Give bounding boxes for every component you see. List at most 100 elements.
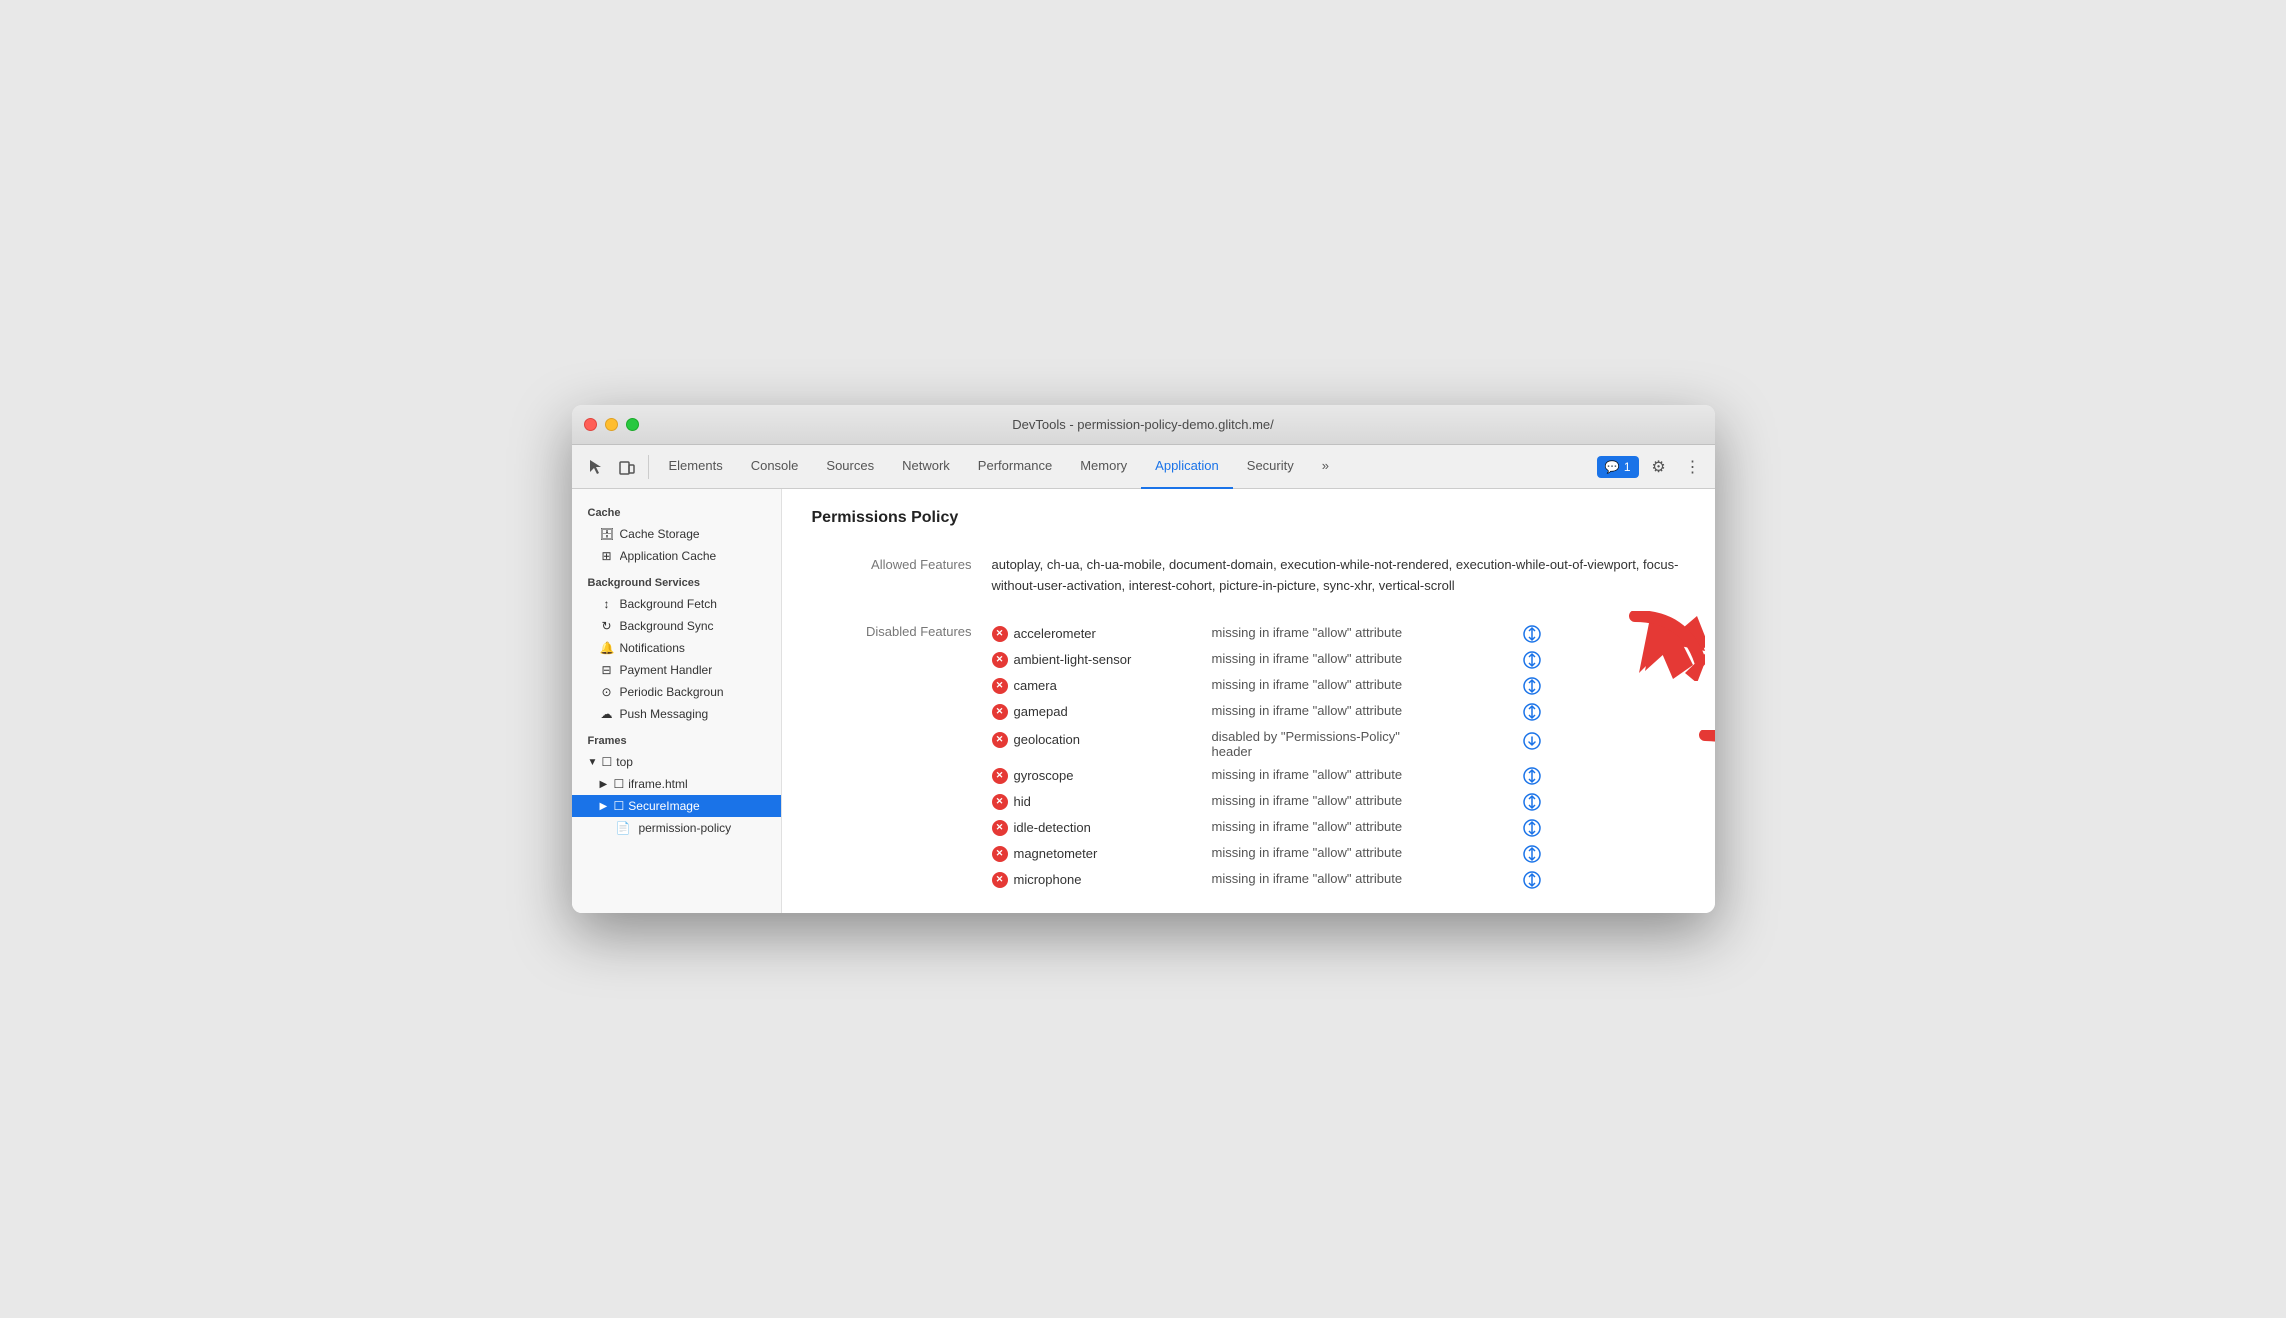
tab-console[interactable]: Console (737, 445, 813, 489)
toolbar-separator-1 (648, 455, 649, 479)
feature-row-microphone: microphone missing in iframe "allow" att… (992, 867, 1685, 893)
allowed-features-row: Allowed Features autoplay, ch-ua, ch-ua-… (812, 547, 1685, 605)
error-icon-idle (992, 820, 1008, 836)
frame-iframe-html[interactable]: ▶ ☐ iframe.html (572, 773, 781, 795)
chevron-right-icon: ▶ (600, 779, 610, 790)
devtools-toolbar: Elements Console Sources Network Perform… (572, 445, 1715, 489)
feature-name-camera: camera (992, 677, 1212, 694)
sidebar-item-background-sync[interactable]: ↻ Background Sync (572, 615, 781, 637)
panel-title: Permissions Policy (812, 509, 1685, 527)
frame-permission-policy[interactable]: 📄 permission-policy (572, 817, 781, 839)
minimize-button[interactable] (605, 418, 618, 431)
feature-row-geolocation: geolocation disabled by "Permissions-Pol… (992, 725, 1685, 763)
feature-row-camera: camera missing in iframe "allow" attribu… (992, 673, 1685, 699)
feature-row-gamepad: gamepad missing in iframe "allow" attrib… (992, 699, 1685, 725)
sidebar-item-notifications[interactable]: 🔔 Notifications (572, 637, 781, 659)
sidebar-item-push-messaging[interactable]: ☁ Push Messaging (572, 703, 781, 725)
code-link-hid[interactable] (1512, 793, 1552, 811)
tab-network[interactable]: Network (888, 445, 964, 489)
bell-icon: 🔔 (600, 641, 614, 655)
traffic-lights (584, 418, 639, 431)
grid-icon: ⊞ (600, 549, 614, 563)
code-link-magnetometer[interactable] (1512, 845, 1552, 863)
tab-elements[interactable]: Elements (655, 445, 737, 489)
sidebar-item-payment-handler[interactable]: ⊟ Payment Handler (572, 659, 781, 681)
error-icon-gamepad (992, 704, 1008, 720)
close-button[interactable] (584, 418, 597, 431)
tab-more[interactable]: » (1308, 445, 1343, 489)
red-arrow-2 (1695, 730, 1715, 805)
allowed-value: autoplay, ch-ua, ch-ua-mobile, document-… (992, 555, 1685, 597)
feature-row-accelerometer: accelerometer missing in iframe "allow" … (992, 621, 1685, 647)
background-sync-label: Background Sync (620, 619, 714, 633)
error-icon-geolocation (992, 732, 1008, 748)
feature-name-gamepad: gamepad (992, 703, 1212, 720)
feature-name-gyroscope: gyroscope (992, 767, 1212, 784)
error-icon-magnetometer (992, 846, 1008, 862)
sidebar-item-application-cache[interactable]: ⊞ Application Cache (572, 545, 781, 567)
error-icon-ambient (992, 652, 1008, 668)
disabled-features-section: Disabled Features (812, 621, 1685, 893)
code-link-gamepad[interactable] (1512, 703, 1552, 721)
feature-name-microphone: microphone (992, 871, 1212, 888)
browser-window: DevTools - permission-policy-demo.glitch… (572, 405, 1715, 913)
code-link-gyroscope[interactable] (1512, 767, 1552, 785)
settings-gear-button[interactable]: ⚙ (1645, 453, 1673, 481)
sidebar: Cache 🗄 Cache Storage ⊞ Application Cach… (572, 489, 782, 913)
periodic-background-label: Periodic Backgroun (620, 685, 724, 699)
feature-name-accelerometer: accelerometer (992, 625, 1212, 642)
feature-name-geolocation: geolocation (992, 729, 1212, 748)
messages-badge-button[interactable]: 💬 1 (1597, 456, 1639, 478)
error-icon-gyroscope (992, 768, 1008, 784)
chevron-down-icon-2: ▶ (600, 801, 610, 812)
frame-icon-iframe: ☐ (614, 777, 625, 791)
feature-name-hid: hid (992, 793, 1212, 810)
frame-icon-top: ☐ (602, 755, 613, 769)
sidebar-item-background-fetch[interactable]: ↕ Background Fetch (572, 593, 781, 615)
code-link-accelerometer[interactable] (1512, 625, 1552, 643)
payment-icon: ⊟ (600, 663, 614, 677)
tab-memory[interactable]: Memory (1066, 445, 1141, 489)
notifications-label: Notifications (620, 641, 685, 655)
application-cache-label: Application Cache (620, 549, 717, 563)
allowed-label: Allowed Features (812, 555, 972, 572)
disabled-features-list: accelerometer missing in iframe "allow" … (992, 621, 1685, 893)
frame-iframe-label: iframe.html (628, 777, 687, 791)
cache-section-label: Cache (572, 497, 781, 523)
chevron-down-icon: ▼ (588, 757, 598, 768)
sidebar-item-cache-storage[interactable]: 🗄 Cache Storage (572, 523, 781, 545)
device-toggle-button[interactable] (612, 452, 642, 482)
tab-performance[interactable]: Performance (964, 445, 1066, 489)
push-messaging-label: Push Messaging (620, 707, 709, 721)
code-link-camera[interactable] (1512, 677, 1552, 695)
feature-name-ambient: ambient-light-sensor (992, 651, 1212, 668)
code-link-ambient[interactable] (1512, 651, 1552, 669)
frame-secure-image[interactable]: ▶ ☐ SecureImage (572, 795, 781, 817)
background-fetch-label: Background Fetch (620, 597, 717, 611)
error-icon-camera (992, 678, 1008, 694)
fetch-icon: ↕ (600, 597, 614, 611)
maximize-button[interactable] (626, 418, 639, 431)
background-services-section-label: Background Services (572, 567, 781, 593)
feature-row-magnetometer: magnetometer missing in iframe "allow" a… (992, 841, 1685, 867)
toolbar-right: 💬 1 ⚙ ⋮ (1597, 453, 1707, 481)
tab-sources[interactable]: Sources (812, 445, 888, 489)
code-link-idle[interactable] (1512, 819, 1552, 837)
titlebar: DevTools - permission-policy-demo.glitch… (572, 405, 1715, 445)
frame-icon-secure: ☐ (614, 799, 625, 813)
feature-row-hid: hid missing in iframe "allow" attribute (992, 789, 1685, 815)
tab-security[interactable]: Security (1233, 445, 1308, 489)
code-link-microphone[interactable] (1512, 871, 1552, 889)
code-link-geolocation[interactable] (1512, 729, 1552, 751)
more-options-button[interactable]: ⋮ (1679, 453, 1707, 481)
sync-icon: ↻ (600, 619, 614, 633)
feature-name-magnetometer: magnetometer (992, 845, 1212, 862)
frame-top[interactable]: ▼ ☐ top (572, 751, 781, 773)
chat-icon: 💬 (1605, 460, 1620, 474)
tab-application[interactable]: Application (1141, 445, 1233, 489)
file-icon: 📄 (616, 821, 631, 835)
error-icon-accelerometer (992, 626, 1008, 642)
cursor-icon-button[interactable] (580, 452, 610, 482)
sidebar-item-periodic-background[interactable]: ⊙ Periodic Backgroun (572, 681, 781, 703)
frame-top-label: top (616, 755, 633, 769)
